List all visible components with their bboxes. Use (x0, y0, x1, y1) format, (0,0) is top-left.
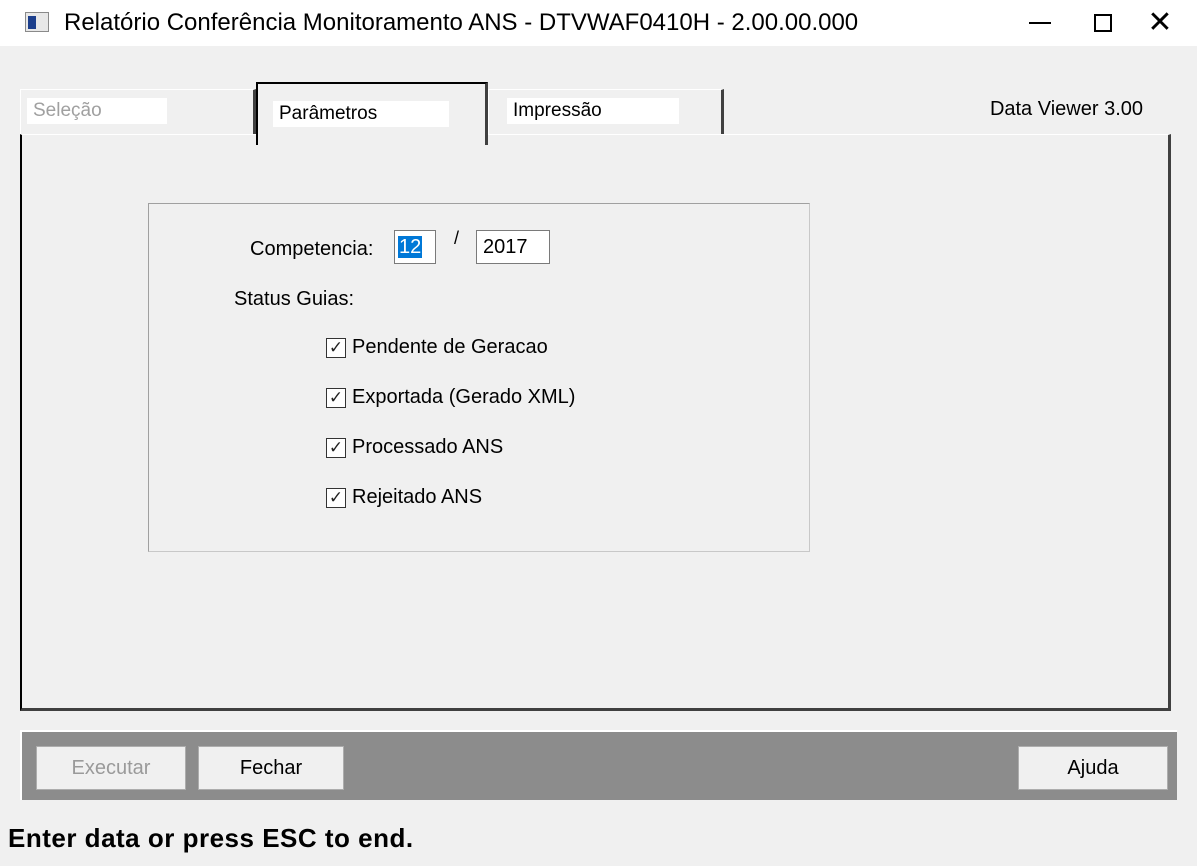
year-input-value: 2017 (483, 236, 528, 258)
tab-impressao-label: Impressão (507, 98, 679, 124)
fechar-button[interactable]: Fechar (198, 746, 344, 790)
close-icon: ✕ (1147, 6, 1173, 39)
date-separator: / (454, 228, 460, 248)
window-title: Relatório Conferência Monitoramento ANS … (64, 9, 859, 36)
close-button[interactable]: ✕ (1130, 0, 1190, 46)
maximize-icon (1094, 14, 1112, 32)
checkbox-box[interactable]: ✓ (326, 437, 346, 458)
month-input-value: 12 (398, 236, 423, 258)
checkbox-box[interactable]: ✓ (326, 387, 346, 408)
tab-parametros[interactable]: Parâmetros (256, 82, 488, 145)
executar-button[interactable]: Executar (36, 746, 186, 790)
checkbox-label: Rejeitado ANS (352, 486, 483, 508)
year-input[interactable]: 2017 (476, 230, 550, 264)
checkbox-pendente-geracao[interactable]: ✓ Pendente de Geracao (326, 336, 548, 359)
month-input[interactable]: 12 (394, 230, 436, 264)
ajuda-button[interactable]: Ajuda (1018, 746, 1168, 790)
app-window-icon[interactable] (25, 12, 49, 32)
checkmark-icon: ✓ (328, 338, 344, 357)
minimize-button[interactable] (1010, 0, 1070, 46)
status-bar-message: Enter data or press ESC to end. (8, 823, 414, 853)
maximize-button[interactable] (1073, 0, 1133, 46)
checkmark-icon: ✓ (328, 438, 344, 457)
checkbox-box[interactable]: ✓ (326, 487, 346, 508)
competencia-label: Competencia: (250, 238, 374, 260)
tab-impressao[interactable]: Impressão (488, 89, 724, 135)
checkbox-rejeitado-ans[interactable]: ✓ Rejeitado ANS (326, 486, 482, 509)
tab-parametros-label: Parâmetros (273, 101, 449, 127)
checkbox-exportada[interactable]: ✓ Exportada (Gerado XML) (326, 386, 575, 409)
tab-selecao[interactable]: Seleção (20, 89, 256, 135)
minimize-icon (1029, 22, 1051, 24)
checkbox-label: Pendente de Geracao (352, 336, 548, 358)
button-toolbar (20, 730, 1177, 800)
tab-selecao-label: Seleção (27, 98, 167, 124)
status-guias-label: Status Guias: (234, 288, 355, 310)
checkmark-icon: ✓ (328, 488, 344, 507)
checkbox-label: Processado ANS (352, 436, 504, 458)
viewer-version-label: Data Viewer 3.00 (989, 98, 1143, 120)
checkbox-label: Exportada (Gerado XML) (352, 386, 576, 408)
checkmark-icon: ✓ (328, 388, 344, 407)
checkbox-processado-ans[interactable]: ✓ Processado ANS (326, 436, 503, 459)
checkbox-box[interactable]: ✓ (326, 337, 346, 358)
